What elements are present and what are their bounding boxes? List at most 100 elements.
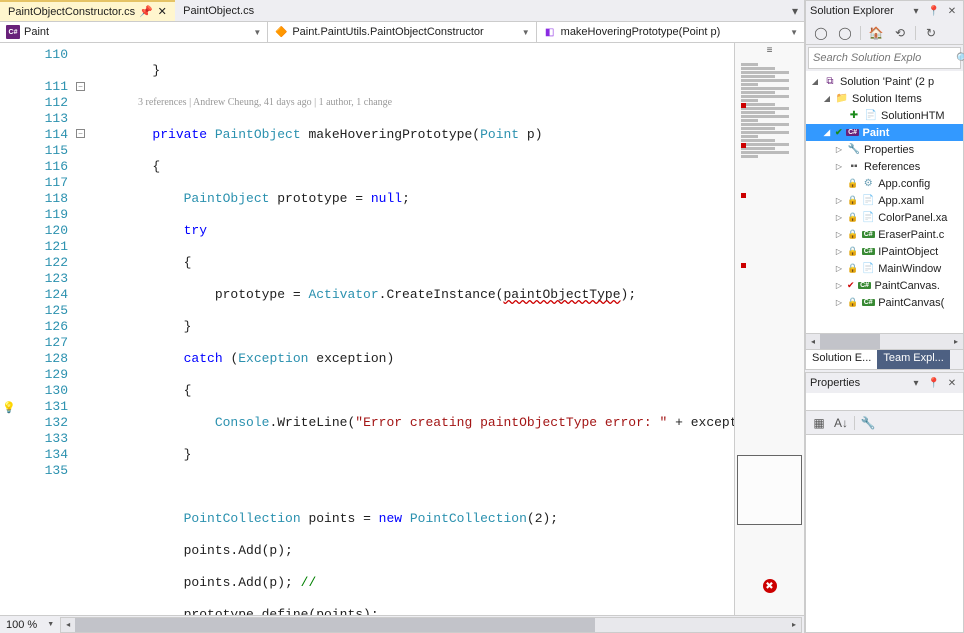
- split-icon[interactable]: ≡: [767, 45, 773, 56]
- window-position-icon[interactable]: ▾: [909, 376, 923, 390]
- tree-node-file[interactable]: ▷ 🔒 📄 App.xaml: [806, 192, 963, 209]
- home-icon[interactable]: 🏠: [867, 24, 885, 42]
- search-icon[interactable]: 🔍: [956, 52, 964, 65]
- code-line: PaintObject prototype = null;: [90, 191, 734, 207]
- tree-node-file[interactable]: ▷ 🔒 📄 MainWindow: [806, 260, 963, 277]
- error-marker[interactable]: [741, 263, 746, 268]
- tab-solution-explorer[interactable]: Solution E...: [806, 350, 877, 369]
- code-line: }: [90, 447, 734, 463]
- search-box[interactable]: 🔍 ▼: [808, 47, 961, 69]
- xaml-icon: 📄: [861, 211, 875, 225]
- horizontal-scrollbar[interactable]: ◂ ▸: [60, 617, 802, 633]
- project-dropdown[interactable]: C# Paint ▼: [0, 22, 268, 42]
- error-marker[interactable]: [741, 103, 746, 108]
- properties-grid[interactable]: [806, 435, 963, 632]
- expand-icon[interactable]: ▷: [834, 281, 844, 290]
- expand-icon[interactable]: ▷: [834, 196, 844, 205]
- close-icon[interactable]: ✕: [945, 376, 959, 390]
- expand-icon[interactable]: ▷: [834, 264, 844, 273]
- tab-pin-icon[interactable]: 📌: [141, 7, 151, 17]
- solution-explorer-panel: Solution Explorer ▾ 📍 ✕ ◯ ◯ 🏠 ⟲ ↻ 🔍 ▼ ◢ …: [805, 0, 964, 370]
- categorized-icon[interactable]: ▦: [810, 414, 828, 432]
- expand-icon[interactable]: ▷: [834, 230, 844, 239]
- csharp-file-icon: C#: [861, 296, 875, 310]
- vertical-scrollbar-map[interactable]: ≡ ✖: [734, 43, 804, 615]
- minimap-viewport[interactable]: [737, 455, 802, 525]
- expand-icon[interactable]: ◢: [822, 94, 832, 103]
- forward-icon[interactable]: ◯: [836, 24, 854, 42]
- tree-node-properties[interactable]: ▷ 🔧 Properties: [806, 141, 963, 158]
- expand-icon[interactable]: ▷: [834, 298, 844, 307]
- lock-icon: 🔒: [847, 212, 858, 223]
- close-icon[interactable]: ✕: [157, 7, 167, 17]
- scroll-right-icon[interactable]: ▸: [949, 334, 963, 349]
- property-pages-icon[interactable]: 🔧: [859, 414, 877, 432]
- scroll-right-icon[interactable]: ▸: [787, 618, 801, 632]
- expand-icon[interactable]: ▷: [834, 213, 844, 222]
- tree-node-references[interactable]: ▷ ▪▪ References: [806, 158, 963, 175]
- type-dropdown[interactable]: 🔶 Paint.PaintUtils.PaintObjectConstructo…: [268, 22, 536, 42]
- error-marker[interactable]: [741, 193, 746, 198]
- tree-node-solution-items[interactable]: ◢ 📁 Solution Items: [806, 90, 963, 107]
- member-dropdown[interactable]: ◧ makeHoveringPrototype(Point p) ▼: [537, 22, 804, 42]
- codelens[interactable]: 3 references | Andrew Cheung, 41 days ag…: [90, 95, 734, 111]
- lightbulb-icon[interactable]: 💡: [0, 399, 18, 415]
- checkout-icon: ✔: [847, 280, 855, 291]
- code-container: 💡 110 111 112 113 114 115 116 117 118 11…: [0, 43, 804, 615]
- tree-node-file[interactable]: ▷ ✔ C# PaintCanvas.: [806, 277, 963, 294]
- error-summary-icon[interactable]: ✖: [763, 579, 777, 593]
- tree-node-file[interactable]: ▷ 🔒 C# PaintCanvas(: [806, 294, 963, 311]
- side-panels: Solution Explorer ▾ 📍 ✕ ◯ ◯ 🏠 ⟲ ↻ 🔍 ▼ ◢ …: [805, 0, 964, 633]
- tree-node-file[interactable]: ▷ 🔒 📄 ColorPanel.xa: [806, 209, 963, 226]
- close-icon[interactable]: ✕: [945, 4, 959, 18]
- xaml-icon: 📄: [861, 194, 875, 208]
- csharp-file-icon: C#: [858, 279, 872, 293]
- window-position-icon[interactable]: ▾: [909, 4, 923, 18]
- error-marker[interactable]: [741, 143, 746, 148]
- scrollbar-thumb[interactable]: [820, 334, 880, 349]
- zoom-level[interactable]: 100 %: [0, 619, 43, 631]
- solution-tree[interactable]: ◢ ⧉ Solution 'Paint' (2 p ◢ 📁 Solution I…: [806, 71, 963, 333]
- tree-node-file[interactable]: 🔒 ⚙ App.config: [806, 175, 963, 192]
- code-line: {: [90, 159, 734, 175]
- tree-node-file[interactable]: ✚ 📄 SolutionHTM: [806, 107, 963, 124]
- properties-selector[interactable]: [806, 393, 963, 411]
- tree-node-file[interactable]: ▷ 🔒 C# IPaintObject: [806, 243, 963, 260]
- code-line: }: [90, 63, 734, 79]
- tab-team-explorer[interactable]: Team Expl...: [877, 350, 950, 369]
- zoom-dropdown-icon[interactable]: ▼: [43, 621, 58, 628]
- expand-icon[interactable]: ▷: [834, 145, 844, 154]
- panel-title: Properties: [810, 377, 905, 389]
- tree-node-solution[interactable]: ◢ ⧉ Solution 'Paint' (2 p: [806, 73, 963, 90]
- refresh-icon[interactable]: ↻: [922, 24, 940, 42]
- fold-toggle[interactable]: −: [76, 129, 85, 138]
- tab-paintobjectconstructor[interactable]: PaintObjectConstructor.cs 📌 ✕: [0, 0, 175, 21]
- active-files-dropdown[interactable]: ▾: [786, 0, 804, 21]
- lock-icon: 🔒: [847, 297, 858, 308]
- tab-paintobject[interactable]: PaintObject.cs: [175, 0, 262, 21]
- pin-icon[interactable]: 📍: [927, 4, 941, 18]
- sync-icon[interactable]: ⟲: [891, 24, 909, 42]
- code-editor[interactable]: } 3 references | Andrew Cheung, 41 days …: [90, 43, 734, 615]
- back-icon[interactable]: ◯: [812, 24, 830, 42]
- expand-icon[interactable]: ◢: [810, 77, 820, 86]
- tree-node-file[interactable]: ▷ 🔒 C# EraserPaint.c: [806, 226, 963, 243]
- expand-icon[interactable]: ▷: [834, 247, 844, 256]
- fold-toggle[interactable]: −: [76, 82, 85, 91]
- properties-panel: Properties ▾ 📍 ✕ ▦ A↓ 🔧: [805, 372, 964, 633]
- scroll-left-icon[interactable]: ◂: [806, 334, 820, 349]
- code-line: prototype.define(points);: [90, 607, 734, 615]
- expand-icon[interactable]: ▷: [834, 162, 844, 171]
- folder-icon: 📁: [835, 92, 849, 106]
- tree-horizontal-scrollbar[interactable]: ◂ ▸: [806, 333, 963, 349]
- expand-icon[interactable]: ◢: [822, 128, 832, 137]
- pin-icon[interactable]: 📍: [927, 376, 941, 390]
- tree-node-paint-project[interactable]: ◢ ✔ C# Paint: [806, 124, 963, 141]
- panel-header: Solution Explorer ▾ 📍 ✕: [806, 1, 963, 21]
- search-input[interactable]: [813, 52, 956, 64]
- config-icon: ⚙: [861, 177, 875, 191]
- scrollbar-thumb[interactable]: [75, 618, 595, 632]
- alphabetical-icon[interactable]: A↓: [832, 414, 850, 432]
- scroll-left-icon[interactable]: ◂: [61, 618, 75, 632]
- class-icon: 🔶: [274, 25, 288, 39]
